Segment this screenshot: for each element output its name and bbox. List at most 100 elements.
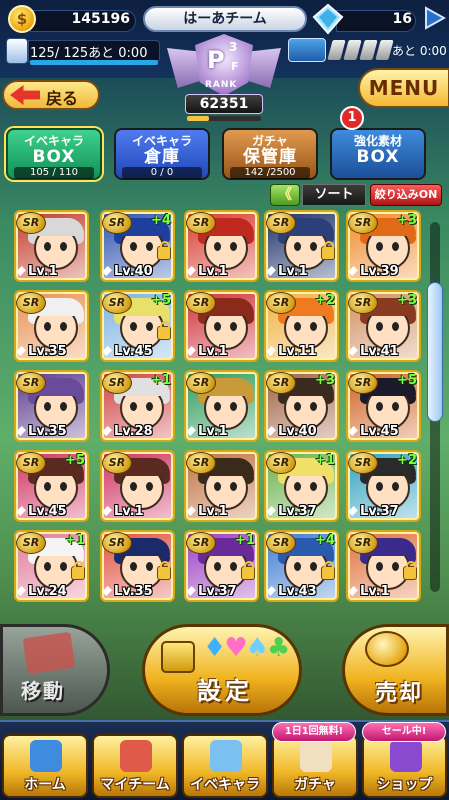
level-label: Lv.43 [266,584,337,599]
lock-icon [161,641,195,673]
character-eye [44,242,51,251]
level-label: Lv.1 [186,344,257,359]
level-label: Lv.37 [266,504,337,519]
menu-button[interactable]: MENU [358,68,449,108]
nav-event-chara[interactable]: イベキャラ [182,734,268,798]
character-card[interactable]: SR +1 Lv.37 [184,530,259,602]
sort-button[interactable]: ソート [302,184,366,206]
character-card[interactable]: SR +3 Lv.39 [346,210,421,282]
collapse-chevron-icon[interactable]: 《 [270,184,300,206]
character-eye [130,402,137,411]
nav-shop[interactable]: ショップ [362,734,447,798]
filter-button[interactable]: 絞り込みON [370,184,442,206]
tab-count: 105 / 110 [14,167,94,179]
play-icon[interactable] [424,6,446,30]
character-card[interactable]: SR Lv.35 [100,530,175,602]
nav-label: ショップ [376,777,433,793]
level-gem-icon [102,586,112,596]
character-eye [214,562,221,571]
character-eye [376,482,383,491]
character-card[interactable]: SR +2 Lv.11 [264,290,339,362]
settings-button[interactable]: ♦♥♠♣ 設定 [142,624,302,716]
tab-line2: 倉庫 [144,147,180,167]
move-icon [22,631,76,675]
character-card[interactable]: SR Lv.35 [14,290,89,362]
nav-my-team[interactable]: マイチーム [92,734,178,798]
move-button[interactable]: 移動 [0,624,110,716]
team-name[interactable]: はーあチーム [143,6,307,32]
character-card[interactable]: SR Lv.1 [184,290,259,362]
level-label: Lv.1 [186,424,257,439]
character-card[interactable]: SR +4 Lv.43 [264,530,339,602]
back-label: 戻る [46,89,79,108]
character-eye [146,242,153,251]
nav-gacha[interactable]: ガチャ [272,734,358,798]
character-eye [60,482,67,491]
character-eye [310,322,317,331]
character-eye [392,482,399,491]
tab-event-chara-warehouse[interactable]: イベキャラ 倉庫 0 / 0 [114,128,210,180]
level-gem-icon [102,426,112,436]
tab-gacha-storage[interactable]: ガチャ 保管庫 142 /2500 [222,128,318,180]
sale-badge: セール中! [362,722,446,742]
scrollbar-thumb[interactable] [427,282,443,422]
character-eye [60,562,67,571]
level-label: Lv.1 [102,504,173,519]
level-gem-icon [266,346,276,356]
tab-line1: ガチャ [252,134,288,148]
character-card[interactable]: SR Lv.1 [14,210,89,282]
character-card[interactable]: SR +5 Lv.45 [14,450,89,522]
coin-stack-icon [365,631,409,667]
character-eye [310,482,317,491]
plus-level: +2 [315,293,335,308]
character-eye [230,482,237,491]
tab-event-chara-box[interactable]: イベキャラ BOX 105 / 110 [6,128,102,180]
character-card[interactable]: SR +1 Lv.24 [14,530,89,602]
character-eye [294,482,301,491]
rank-emblem[interactable]: P 3 F RANK 62351 [163,34,285,126]
shop-icon [390,740,422,772]
character-eye [146,402,153,411]
level-gem-icon [186,346,196,356]
character-card[interactable]: SR Lv.1 [184,450,259,522]
character-card[interactable]: SR Lv.1 [184,370,259,442]
character-card[interactable]: SR +1 Lv.28 [100,370,175,442]
character-card[interactable]: SR +3 Lv.41 [346,290,421,362]
character-eye [60,402,67,411]
settings-label: 設定 [197,677,253,705]
lock-icon [321,561,335,580]
character-card[interactable]: SR +5 Lv.45 [346,370,421,442]
character-card[interactable]: SR +5 Lv.45 [100,290,175,362]
character-card[interactable]: SR Lv.1 [184,210,259,282]
rank-subscript: F [231,60,239,73]
character-card[interactable]: SR Lv.1 [346,530,421,602]
character-eye [376,242,383,251]
character-eye [310,242,317,251]
character-eye [230,402,237,411]
character-card[interactable]: SR Lv.1 [100,450,175,522]
level-label: Lv.40 [102,264,173,279]
nav-home[interactable]: ホーム [2,734,88,798]
level-label: Lv.35 [16,344,87,359]
character-card[interactable]: SR +4 Lv.40 [100,210,175,282]
tab-material-box[interactable]: 強化素材 BOX [330,128,426,180]
character-eye [130,482,137,491]
character-card[interactable]: SR +1 Lv.37 [264,450,339,522]
level-gem-icon [348,506,358,516]
character-card[interactable]: SR +3 Lv.40 [264,370,339,442]
rarity-badge: SR [348,452,378,474]
character-eye [310,402,317,411]
nav-label: イベキャラ [190,777,260,793]
character-eye [44,322,51,331]
character-card[interactable]: SR +2 Lv.37 [346,450,421,522]
level-gem-icon [186,426,196,436]
character-card[interactable]: SR Lv.1 [264,210,339,282]
back-button[interactable]: 戻る [2,80,100,110]
plus-level: +5 [397,373,417,388]
rarity-badge: SR [266,292,296,314]
sell-button[interactable]: 売却 [342,624,449,716]
level-gem-icon [266,506,276,516]
tab-count: 0 / 0 [122,167,202,179]
character-card[interactable]: SR Lv.35 [14,370,89,442]
energy-segment [375,40,394,60]
